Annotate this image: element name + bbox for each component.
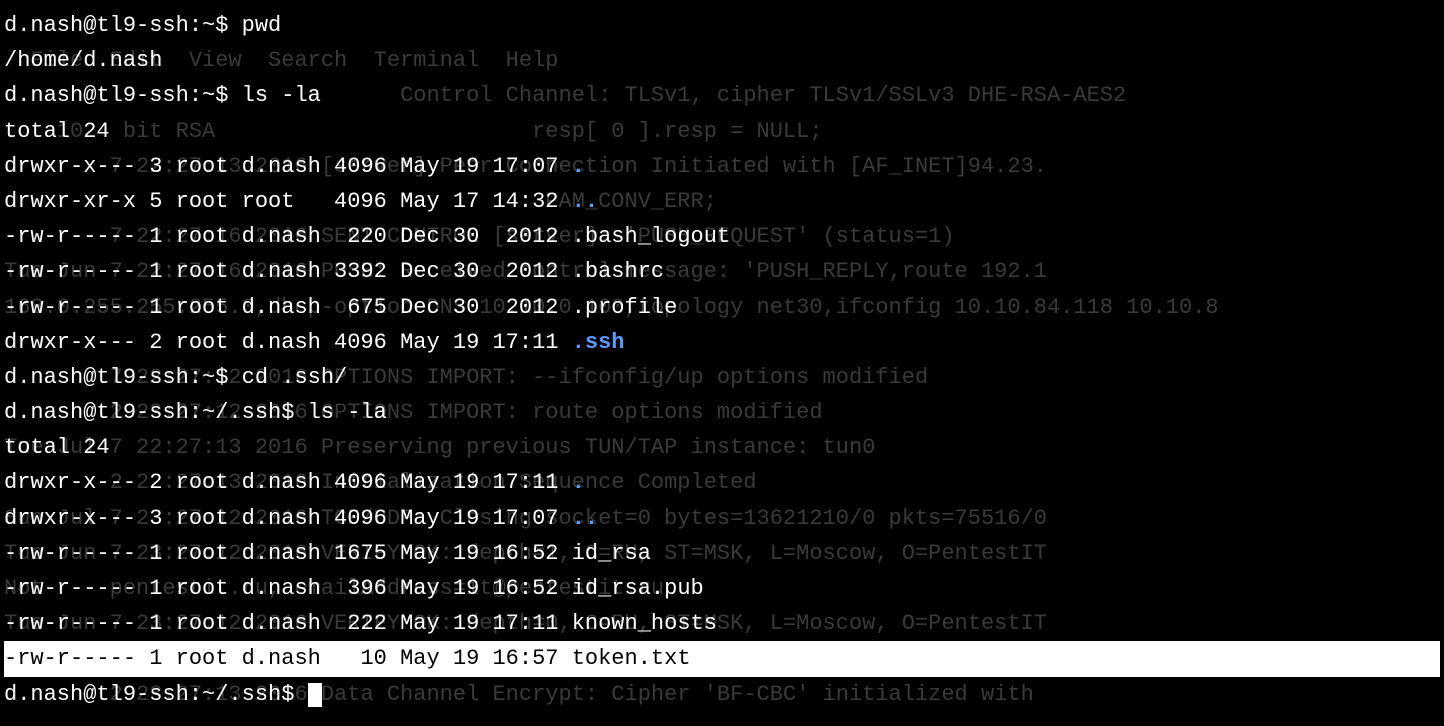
terminal-output-line: total 24 — [4, 430, 1440, 465]
file-perms: -rw-r----- 1 root d.nash 10 May 19 16:57 — [4, 646, 572, 671]
output-text: total 24 — [4, 119, 110, 144]
file-perms: drwxr-x--- 3 root d.nash 4096 May 19 17:… — [4, 506, 572, 531]
terminal-prompt-active: d.nash@tl9-ssh:~/.ssh$ — [4, 677, 1440, 712]
file-name: .bashrc — [572, 259, 664, 284]
shell-command: ls -la — [308, 400, 387, 425]
ls-entry: -rw-r----- 1 root d.nash 3392 Dec 30 201… — [4, 254, 1440, 289]
file-perms: drwxr-xr-x 5 root root 4096 May 17 14:32 — [4, 189, 572, 214]
shell-prompt: d.nash@tl9-ssh:~$ — [4, 365, 242, 390]
terminal-output-line: /home/d.nash — [4, 43, 1440, 78]
file-name: id_rsa.pub — [572, 576, 704, 601]
file-perms: -rw-r----- 1 root d.nash 1675 May 19 16:… — [4, 541, 572, 566]
file-perms: drwxr-x--- 2 root d.nash 4096 May 19 17:… — [4, 470, 572, 495]
file-perms: drwxr-x--- 2 root d.nash 4096 May 19 17:… — [4, 330, 572, 355]
ls-entry-selected: -rw-r----- 1 root d.nash 10 May 19 16:57… — [4, 641, 1440, 676]
output-text: total 24 — [4, 435, 110, 460]
shell-command: pwd — [242, 13, 282, 38]
ls-entry: -rw-r----- 1 root d.nash 220 Dec 30 2012… — [4, 219, 1440, 254]
ls-entry: drwxr-x--- 3 root d.nash 4096 May 19 17:… — [4, 149, 1440, 184]
terminal-output-line: total 24 — [4, 114, 1440, 149]
shell-prompt: d.nash@tl9-ssh:~$ — [4, 83, 242, 108]
terminal-output[interactable]: d.nash@tl9-ssh:~$ pwd/home/d.nash d.nash@… — [4, 8, 1440, 712]
output-text: /home/d.nash — [4, 48, 162, 73]
ls-entry: -rw-r----- 1 root d.nash 222 May 19 17:1… — [4, 606, 1440, 641]
directory-name: .ssh — [572, 330, 625, 355]
terminal-prompt-line: d.nash@tl9-ssh:~$ ls -la — [4, 78, 1440, 113]
ls-entry: drwxr-x--- 3 root d.nash 4096 May 19 17:… — [4, 501, 1440, 536]
terminal-prompt-line: d.nash@tl9-ssh:~/.ssh$ ls -la — [4, 395, 1440, 430]
shell-prompt: d.nash@tl9-ssh:~$ — [4, 13, 242, 38]
file-perms: -rw-r----- 1 root d.nash 675 Dec 30 2012 — [4, 295, 572, 320]
ls-entry: -rw-r----- 1 root d.nash 1675 May 19 16:… — [4, 536, 1440, 571]
file-name: .profile — [572, 295, 678, 320]
ls-entry: -rw-r----- 1 root d.nash 675 Dec 30 2012… — [4, 290, 1440, 325]
file-perms: drwxr-x--- 3 root d.nash 4096 May 19 17:… — [4, 154, 572, 179]
ls-entry: drwxr-x--- 2 root d.nash 4096 May 19 17:… — [4, 325, 1440, 360]
ls-entry: -rw-r----- 1 root d.nash 396 May 19 16:5… — [4, 571, 1440, 606]
shell-prompt: d.nash@tl9-ssh:~/.ssh$ — [4, 682, 308, 707]
ls-entry: drwxr-x--- 2 root d.nash 4096 May 19 17:… — [4, 465, 1440, 500]
directory-name: .. — [572, 189, 598, 214]
file-name: id_rsa — [572, 541, 651, 566]
shell-prompt: d.nash@tl9-ssh:~/.ssh$ — [4, 400, 308, 425]
file-perms: -rw-r----- 1 root d.nash 3392 Dec 30 201… — [4, 259, 572, 284]
directory-name: .. — [572, 506, 598, 531]
ls-entry: drwxr-xr-x 5 root root 4096 May 17 14:32… — [4, 184, 1440, 219]
terminal-prompt-line: d.nash@tl9-ssh:~$ pwd — [4, 8, 1440, 43]
file-name: token.txt — [572, 646, 691, 671]
shell-command: ls -la — [242, 83, 321, 108]
file-name: known_hosts — [572, 611, 717, 636]
directory-name: . — [572, 470, 585, 495]
file-perms: -rw-r----- 1 root d.nash 220 Dec 30 2012 — [4, 224, 572, 249]
shell-command: cd .ssh/ — [242, 365, 348, 390]
file-perms: -rw-r----- 1 root d.nash 396 May 19 16:5… — [4, 576, 572, 601]
file-perms: -rw-r----- 1 root d.nash 222 May 19 17:1… — [4, 611, 572, 636]
file-name: .bash_logout — [572, 224, 730, 249]
cursor[interactable] — [308, 683, 322, 707]
terminal-prompt-line: d.nash@tl9-ssh:~$ cd .ssh/ — [4, 360, 1440, 395]
directory-name: . — [572, 154, 585, 179]
